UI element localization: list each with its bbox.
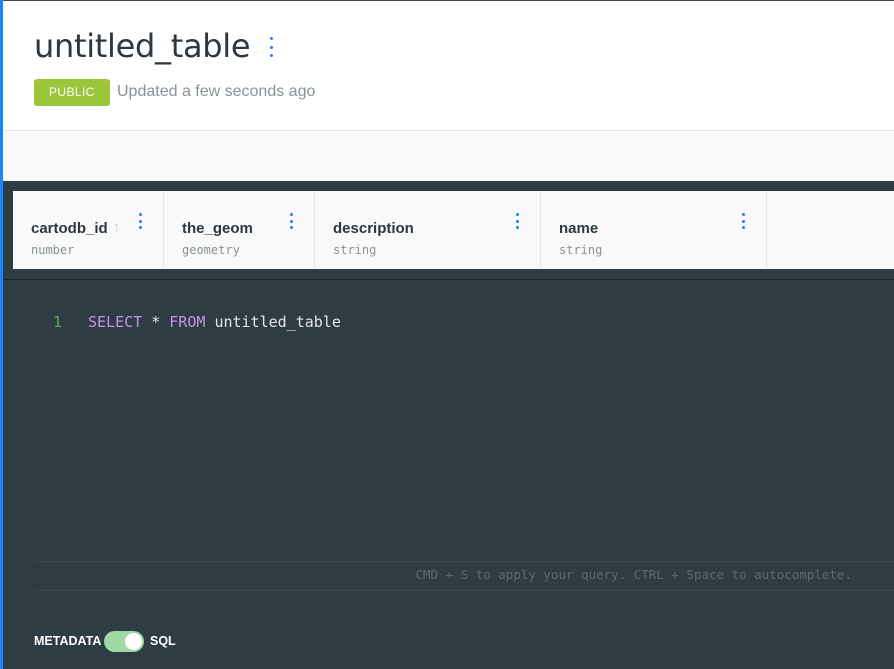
column-type: string — [559, 243, 603, 257]
column-type: number — [31, 243, 75, 257]
toggle-knob — [125, 633, 142, 650]
sql-label[interactable]: SQL — [150, 634, 176, 648]
left-accent-bar — [0, 0, 3, 669]
table-columns: cartodb_id ↑ number the_geom geometry de… — [3, 181, 894, 279]
hint-divider-bottom — [35, 590, 894, 591]
sql-table-name: untitled_table — [214, 313, 341, 331]
toolbar-strip — [3, 131, 894, 181]
column-options-icon[interactable] — [738, 213, 748, 229]
metadata-label[interactable]: METADATA — [34, 634, 101, 648]
sql-editor[interactable] — [3, 280, 894, 669]
hint-divider-top — [35, 561, 894, 562]
sql-keyword-from: FROM — [169, 313, 206, 331]
column-options-icon[interactable] — [135, 213, 145, 229]
more-options-icon[interactable] — [265, 37, 277, 57]
column-header-description[interactable]: description string — [315, 191, 541, 269]
column-name: cartodb_id — [31, 220, 108, 237]
table-header: untitled_table PUBLIC Updated a few seco… — [3, 0, 894, 131]
column-options-icon[interactable] — [286, 213, 296, 229]
sort-ascending-icon[interactable]: ↑ — [113, 218, 120, 234]
line-number: 1 — [53, 313, 63, 331]
metadata-sql-toggle[interactable] — [104, 631, 144, 652]
column-name: the_geom — [182, 220, 253, 237]
column-type: geometry — [182, 243, 240, 257]
column-name: name — [559, 220, 599, 237]
sql-keyword-select: SELECT — [88, 313, 143, 331]
updated-timestamp: Updated a few seconds ago — [117, 83, 316, 100]
column-type: string — [333, 243, 377, 257]
column-header-cartodb-id[interactable]: cartodb_id ↑ number — [13, 191, 164, 269]
column-options-icon[interactable] — [512, 213, 522, 229]
sql-star: * — [151, 313, 161, 331]
sql-query-text[interactable]: SELECT * FROM untitled_table — [88, 313, 341, 331]
editor-hint: CMD + S to apply your query. CTRL + Spac… — [415, 567, 853, 582]
column-header-name[interactable]: name string — [541, 191, 767, 269]
column-name: description — [333, 220, 414, 237]
page-title[interactable]: untitled_table — [34, 27, 251, 65]
column-header-empty — [767, 191, 894, 269]
column-header-the-geom[interactable]: the_geom geometry — [164, 191, 315, 269]
privacy-badge[interactable]: PUBLIC — [34, 79, 110, 106]
